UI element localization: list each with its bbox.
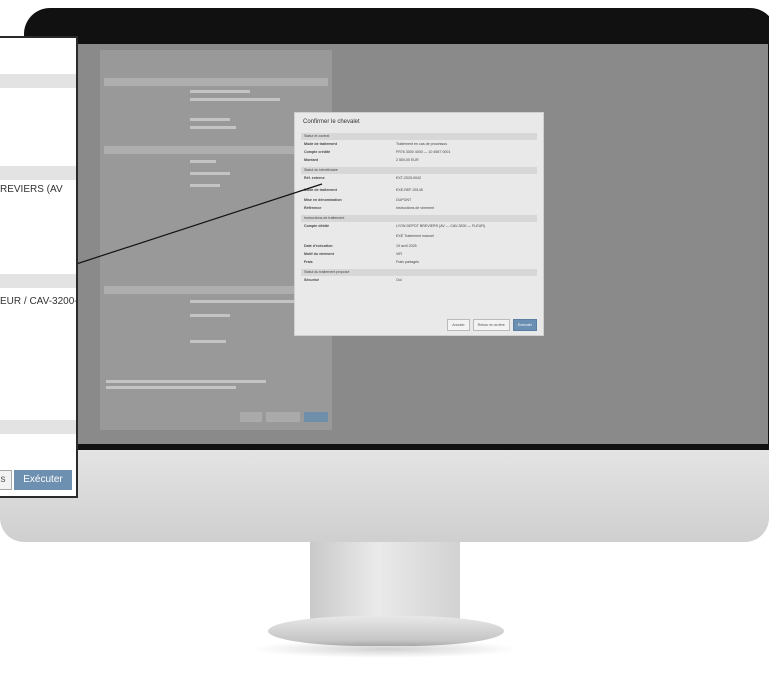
dialog-row: Motif du virement VIR [304,252,402,256]
bg-section-bar [104,78,328,86]
callout-text: EUR / CAV-3200- [0,296,78,307]
bg-button-primary [304,412,328,422]
bg-text [190,172,230,175]
callout-execute-button[interactable]: Exécuter [14,470,72,490]
dialog-section: Instructions de traitement [301,215,537,222]
dialog-button-bar: Annuler Retour en arrière Exécuter [444,319,537,331]
monitor-shadow [250,640,520,658]
bg-text [106,380,266,383]
connector-line [70,183,323,267]
monitor-chin [0,450,769,542]
dialog-row: Sécurisé Oui [304,278,402,282]
bg-text [190,160,216,163]
dialog-row: Référence Instructions de virement [304,206,435,210]
dialog-row: Date d'exécution 19 avril 2025 [304,244,417,248]
bg-text [190,314,230,317]
dialog-row: Mise en dénomination DUPONT [304,198,412,202]
callout-text: REVIERS (AV [0,184,63,195]
dialog-row: Compte débité LYON DEPOT BREVIERS (AV — C… [304,224,486,228]
bg-text [106,386,236,389]
bg-text [190,340,226,343]
dialog-row: Montant 2 500,00 EUR [304,158,419,162]
zoom-callout: REVIERS (AV EUR / CAV-3200- s Exécuter [0,36,78,498]
dialog-row: Frais Frais partagés [304,260,419,264]
callout-band [0,74,76,88]
bg-text [190,90,250,93]
bg-text [190,98,280,101]
dialog-cancel-button[interactable]: Annuler [447,319,470,331]
dialog-execute-button[interactable]: Exécuter [512,319,537,331]
dialog-section: Statut et contrat [301,133,537,140]
bg-text [190,126,236,129]
dialog-row: Réf. externe EXT-2025-0042 [304,176,422,180]
dialog-section: Statut du traitement proposé [301,269,537,276]
bg-button [266,412,300,422]
dialog-section: Statut du bénéficiaire [301,167,537,174]
callout-band [0,166,76,180]
callout-band [0,274,76,288]
dialog-row: Compte crédité FR76 3000 4000 — 10 4567 0… [304,150,451,154]
dialog-row: EXÉ Traitement manuel [396,234,434,238]
dialog-title: Confirmer le chevalet [303,119,360,125]
bg-text [190,300,310,303]
bg-button [240,412,262,422]
confirm-dialog: Confirmer le chevalet Statut et contrat … [294,112,544,336]
callout-cancel-button[interactable]: s [0,470,12,490]
dialog-row: Mode de traitement Traitement en cas de p… [304,142,448,146]
callout-band [0,420,76,434]
dialog-back-button[interactable]: Retour en arrière [472,319,510,331]
bg-text [190,118,230,121]
dialog-row: Mode de traitement EXE-REF-00145 [304,188,423,192]
callout-connector [70,183,323,267]
